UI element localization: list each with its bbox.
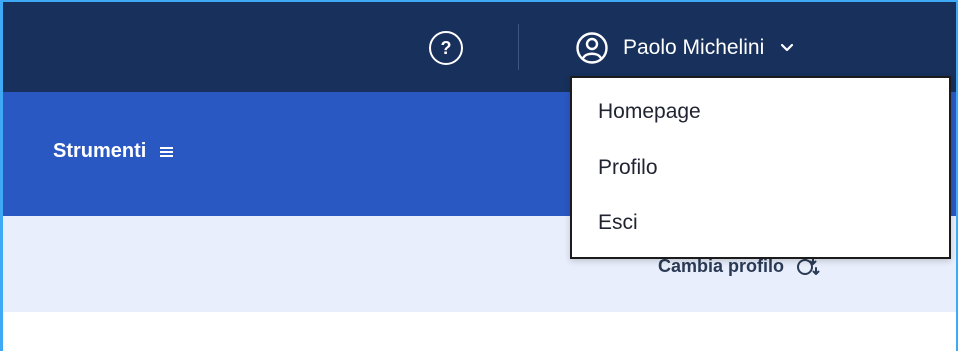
top-bar-divider: [518, 24, 519, 70]
help-icon: ?: [440, 38, 452, 58]
chevron-down-icon: [781, 43, 794, 52]
dropdown-item-homepage[interactable]: Homepage: [598, 100, 701, 124]
app-frame: ? Paolo Michelini Strumenti Cambia profi…: [0, 0, 958, 351]
user-circle-icon: [576, 32, 608, 64]
user-name: Paolo Michelini: [623, 36, 765, 59]
hamburger-menu-icon: [160, 146, 174, 157]
user-dropdown-menu: Homepage Profilo Esci: [570, 76, 951, 259]
strumenti-menu-button[interactable]: Strumenti: [53, 140, 174, 163]
help-button[interactable]: ?: [429, 31, 463, 65]
strumenti-label: Strumenti: [53, 140, 147, 162]
dropdown-item-profilo[interactable]: Profilo: [598, 156, 658, 180]
user-menu-toggle[interactable]: Paolo Michelini: [575, 30, 794, 66]
dropdown-item-esci[interactable]: Esci: [598, 211, 638, 235]
